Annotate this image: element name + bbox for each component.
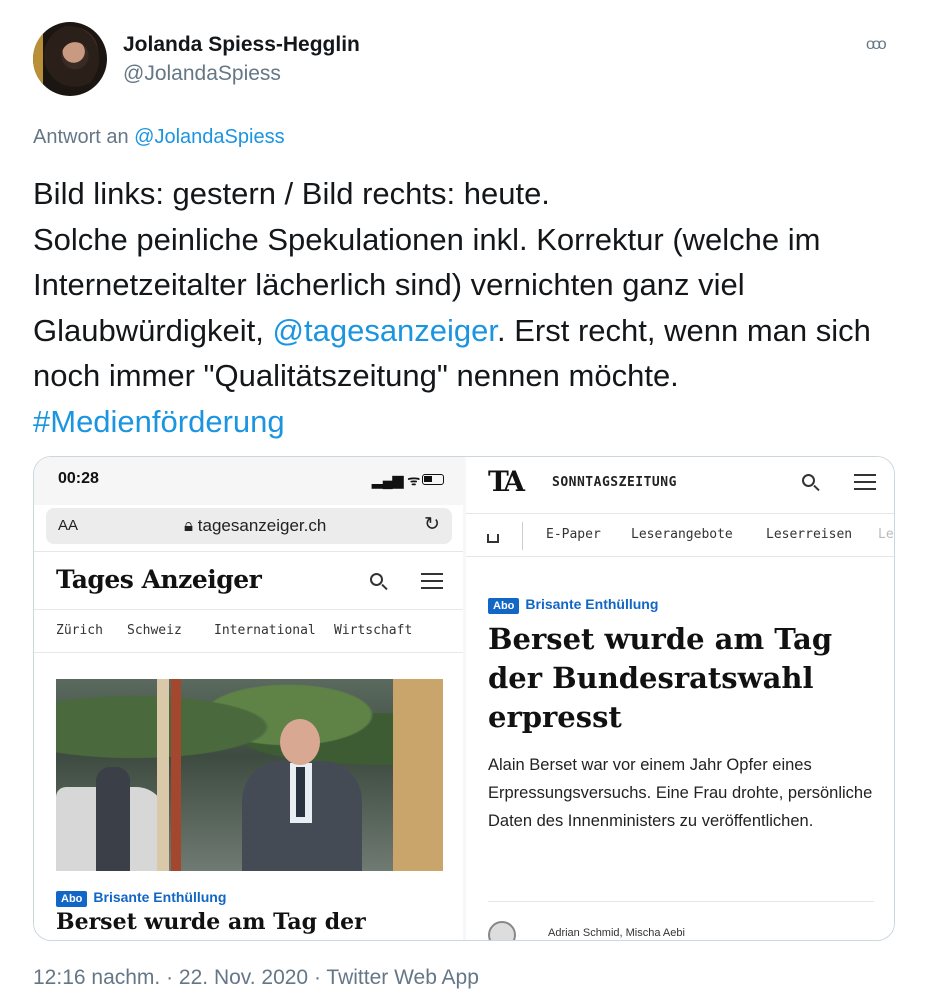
site-header: Tages Anzeiger — [34, 551, 463, 609]
nav-item: Leserangebote — [631, 527, 733, 542]
kicker-text: Brisante Enthüllung — [525, 596, 659, 612]
text-size-label: AA — [58, 517, 79, 534]
nav-divider — [522, 522, 523, 550]
status-time: 00:28 — [58, 470, 99, 487]
mention-link[interactable]: @tagesanzeiger — [273, 313, 498, 348]
tweet-text-body: Solche peinliche Spekulationen inkl. Kor… — [33, 217, 913, 399]
url-value: tagesanzeiger.ch — [197, 516, 327, 535]
site-nav: Zürich Schweiz International Wirtschaft — [34, 609, 463, 653]
site-header: TA SONNTAGSZEITUNG — [466, 457, 894, 507]
article-lead: Alain Berset war vor einem Jahr Opfer ei… — [488, 756, 873, 830]
article-photo — [56, 679, 443, 871]
left-screenshot[interactable]: 00:28 ▂▄▆ ᯤ AA 🔒︎ tagesanzeiger.ch ↻ Tag… — [34, 457, 463, 940]
reply-prefix: Antwort an — [33, 126, 129, 148]
author-name[interactable]: Jolanda Spiess-Hegglin — [123, 33, 360, 57]
article-headline: Berset wurde am Tag der — [56, 909, 366, 935]
kicker-text: Brisante Enthüllung — [93, 889, 227, 905]
nav-item: International — [214, 623, 316, 638]
abo-badge: Abo — [488, 598, 520, 614]
site-nav: E-Paper Leserangebote Leserreisen Le — [466, 513, 894, 557]
lock-icon: 🔒︎ — [184, 516, 198, 535]
site-logo: TA — [488, 465, 525, 498]
tweet-text: Bild links: gestern / Bild rechts: heute… — [33, 171, 913, 444]
abo-badge: Abo — [56, 891, 88, 907]
more-icon[interactable]: ooo — [866, 36, 887, 54]
battery-icon — [422, 474, 444, 485]
menu-icon — [854, 474, 876, 490]
search-icon — [370, 573, 388, 591]
signal-icon: ▂▄▆ ᯤ — [372, 472, 421, 488]
tweet-timestamp[interactable]: 12:16 nachm. · 22. Nov. 2020 · Twitter W… — [33, 966, 479, 990]
author-avatar — [488, 921, 516, 940]
tweet-media[interactable]: 00:28 ▂▄▆ ᯤ AA 🔒︎ tagesanzeiger.ch ↻ Tag… — [33, 456, 895, 941]
avatar[interactable] — [33, 22, 107, 96]
search-icon — [802, 474, 820, 492]
author-handle[interactable]: @JolandaSpiess — [123, 62, 281, 86]
phone-status-bar: 00:28 ▂▄▆ ᯤ — [34, 457, 463, 505]
article-kicker: Abo Brisante Enthüllung — [488, 596, 658, 614]
tweet-text-line1: Bild links: gestern / Bild rechts: heute… — [33, 176, 550, 211]
nav-item: Schweiz — [127, 623, 182, 638]
site-logo: Tages Anzeiger — [56, 565, 262, 594]
reply-context: Antwort an @JolandaSpiess — [33, 126, 285, 149]
article-byline: Adrian Schmid, Mischa Aebi — [548, 927, 685, 939]
nav-item: Le — [878, 527, 894, 542]
home-icon — [484, 526, 502, 544]
divider — [488, 901, 874, 902]
right-screenshot[interactable]: TA SONNTAGSZEITUNG E-Paper Leserangebote… — [466, 457, 894, 940]
menu-icon — [421, 573, 443, 589]
browser-url-bar: AA 🔒︎ tagesanzeiger.ch ↻ — [46, 508, 452, 544]
nav-item: Wirtschaft — [334, 623, 413, 638]
article-headline: Berset wurde am Tag der Bundesratswahl e… — [488, 622, 833, 734]
reload-icon: ↻ — [424, 514, 440, 535]
nav-item: Zürich — [56, 623, 103, 638]
site-title: SONNTAGSZEITUNG — [552, 475, 677, 490]
hashtag-link[interactable]: #Medienförderung — [33, 399, 913, 445]
nav-item: E-Paper — [546, 527, 601, 542]
nav-item: Leserreisen — [766, 527, 853, 542]
url-text: 🔒︎ tagesanzeiger.ch — [184, 516, 326, 536]
article-kicker: Abo Brisante Enthüllung — [56, 889, 226, 907]
reply-mention-link[interactable]: @JolandaSpiess — [134, 126, 284, 148]
